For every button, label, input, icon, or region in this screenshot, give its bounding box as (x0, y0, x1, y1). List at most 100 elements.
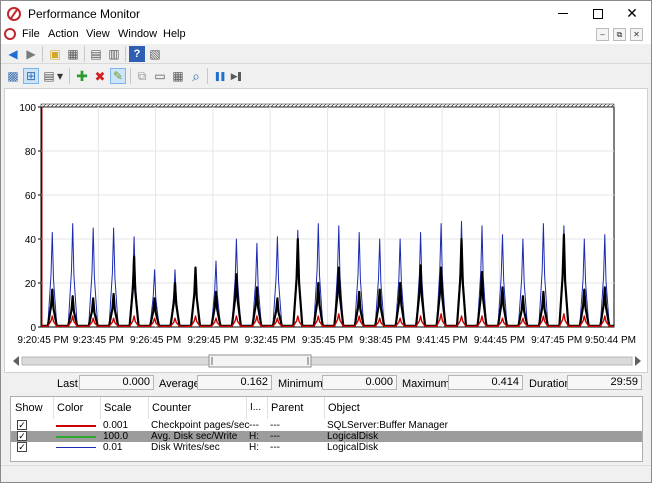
legend-row[interactable]: ✓ 100.0 Avg. Disk sec/Write H: --- Logic… (11, 431, 642, 442)
paste-counter-list-button[interactable]: ▭ (152, 68, 168, 84)
legend-row[interactable]: ✓ 0.01 Disk Writes/sec H: --- LogicalDis… (11, 442, 642, 453)
menu-action[interactable]: Action (48, 28, 79, 40)
print-icon: ▥ (108, 47, 120, 61)
menu-help[interactable]: Help (163, 28, 186, 40)
mmc-system-menu-icon[interactable] (4, 28, 16, 40)
status-bar (1, 465, 651, 482)
update-data-button[interactable]: ▶❚ (228, 68, 244, 84)
add-counter-icon: ✚ (76, 68, 88, 84)
scroll-thumb[interactable] (208, 354, 312, 368)
graph-toolbar: ▩ ⊞ ▤ ▾ ✚ ✖ ✎ ⧉ ▭ ▦ ⌕ ❚❚ ▶❚ (1, 65, 651, 87)
show-checkbox[interactable]: ✓ (17, 420, 27, 430)
chart-properties-button[interactable]: ▦ (170, 68, 186, 84)
counter-name: Checkpoint pages/sec (151, 420, 250, 431)
last-value: 0.000 (79, 375, 154, 390)
show-checkbox[interactable]: ✓ (17, 442, 27, 452)
highlight-button[interactable]: ✎ (110, 68, 126, 84)
view-log-data-button[interactable]: ⊞ (23, 68, 39, 84)
y-tick-label: 60 (25, 191, 37, 202)
y-tick-label: 40 (25, 235, 37, 246)
forward-button[interactable]: ▶ (23, 46, 39, 62)
export-list-icon: ▤ (90, 47, 102, 61)
properties-icon: ▧ (149, 47, 161, 61)
counter-name: Disk Writes/sec (151, 442, 220, 453)
export-list-button[interactable]: ▤ (88, 46, 104, 62)
view-current-activity-button[interactable]: ▩ (5, 68, 21, 84)
toolbar-separator (84, 46, 85, 62)
column-show[interactable]: Show (11, 397, 53, 419)
paste-counter-list-icon: ▭ (154, 69, 166, 83)
scroll-right-icon[interactable] (635, 356, 641, 366)
print-button[interactable]: ▥ (106, 46, 122, 62)
column-color[interactable]: Color (53, 397, 100, 419)
delete-counter-button[interactable]: ✖ (92, 68, 108, 84)
y-tick-label: 20 (25, 279, 37, 290)
x-tick-label: 9:29:45 PM (187, 335, 238, 346)
performance-monitor-window: Performance Monitor ✕ File Action View W… (0, 0, 652, 483)
object-value: LogicalDisk (327, 431, 379, 442)
toolbar-separator (207, 68, 208, 84)
duration-label: Duration (529, 378, 571, 390)
average-label: Average (159, 378, 200, 390)
close-button[interactable]: ✕ (615, 1, 649, 26)
delete-counter-icon: ✖ (94, 68, 106, 84)
change-graph-type-icon: ▤ (43, 69, 55, 83)
column-scale[interactable]: Scale (100, 397, 148, 419)
scale-value: 100.0 (103, 431, 129, 442)
legend-row[interactable]: ✓ 0.001 Checkpoint pages/sec --- --- SQL… (11, 420, 642, 431)
x-tick-label: 9:35:45 PM (302, 335, 353, 346)
column-parent[interactable]: Parent (267, 397, 324, 419)
column-instance[interactable]: I... (246, 397, 267, 419)
counter-name: Avg. Disk sec/Write (151, 431, 238, 442)
copy-properties-icon: ⧉ (137, 69, 147, 83)
mdi-minimize-button[interactable]: – (596, 28, 609, 41)
scale-value: 0.001 (103, 420, 129, 431)
zoom-button[interactable]: ⌕ (188, 68, 204, 84)
window-title: Performance Monitor (28, 7, 141, 21)
graph-panel[interactable]: 0 20 40 60 80 100 9:20:45 PM 9:23:45 PM 9:26:45 … (4, 88, 648, 373)
highlight-icon: ✎ (112, 69, 124, 83)
x-tick-label: 9:44:45 PM (474, 335, 525, 346)
view-current-activity-icon: ▩ (7, 69, 19, 83)
maximum-value: 0.414 (448, 375, 523, 390)
maximize-button[interactable] (581, 1, 615, 26)
add-counter-button[interactable]: ✚ (74, 68, 90, 84)
scroll-left-icon[interactable] (13, 356, 19, 366)
chart-properties-icon: ▦ (172, 69, 184, 83)
x-tick-label: 9:23:45 PM (73, 335, 124, 346)
freeze-display-button[interactable]: ❚❚ (211, 68, 227, 84)
copy-properties-button[interactable]: ⧉ (134, 68, 150, 84)
mdi-close-button[interactable]: ✕ (630, 28, 643, 41)
menu-window[interactable]: Window (118, 28, 157, 40)
menu-file[interactable]: File (22, 28, 40, 40)
toolbar-separator (130, 68, 131, 84)
column-object[interactable]: Object (324, 397, 444, 419)
show-checkbox[interactable]: ✓ (17, 431, 27, 441)
toolbar-separator (42, 46, 43, 62)
object-value: LogicalDisk (327, 442, 379, 453)
mdi-restore-button[interactable]: ⧉ (613, 28, 626, 41)
performance-line-chart[interactable]: 0 20 40 60 80 100 9:20:45 PM 9:23:45 PM 9:26:45 … (5, 89, 647, 372)
maximum-label: Maximum (402, 378, 450, 390)
minimum-label: Minimum (278, 378, 323, 390)
back-button[interactable]: ◀ (5, 46, 21, 62)
counter-legend-table: Show Color Scale Counter I... Parent Obj… (10, 396, 643, 462)
properties-button[interactable]: ▧ (147, 46, 163, 62)
menu-view[interactable]: View (86, 28, 110, 40)
minimum-value: 0.000 (322, 375, 397, 390)
column-counter[interactable]: Counter (148, 397, 246, 419)
scroll-track[interactable] (21, 356, 633, 366)
time-range-scrollbar[interactable] (13, 354, 641, 368)
duration-value: 29:59 (567, 375, 642, 390)
up-one-level-button[interactable]: ▣ (47, 46, 63, 62)
show-hide-tree-button[interactable]: ▦ (65, 46, 81, 62)
minimize-button[interactable] (546, 1, 580, 26)
graph-type-dropdown-button[interactable]: ▾ (55, 68, 65, 84)
help-button[interactable]: ? (129, 46, 145, 62)
statistics-bar: Last 0.000 Average 0.162 Minimum 0.000 M… (1, 374, 651, 394)
update-data-icon: ▶❚ (230, 70, 244, 81)
status-bar-divider (1, 465, 651, 466)
x-tick-label: 9:32:45 PM (245, 335, 296, 346)
y-tick-label: 80 (25, 147, 37, 158)
series-color-swatch (56, 425, 96, 427)
